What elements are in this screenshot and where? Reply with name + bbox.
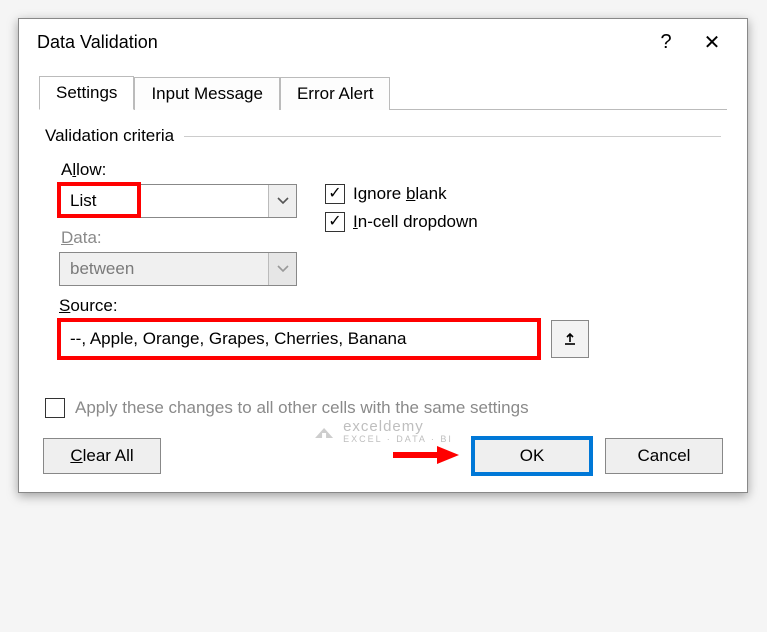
clear-all-button[interactable]: Clear All bbox=[43, 438, 161, 474]
dialog-body: Validation criteria Allow: List bbox=[19, 110, 747, 432]
close-button[interactable]: ✕ bbox=[689, 19, 735, 65]
allow-label: Allow: bbox=[61, 160, 297, 180]
data-validation-dialog: Data Validation ? ✕ Settings Input Messa… bbox=[18, 18, 748, 493]
source-input[interactable] bbox=[59, 320, 539, 358]
collapse-range-button[interactable] bbox=[551, 320, 589, 358]
dialog-footer: Clear All OK Cancel bbox=[19, 432, 747, 478]
group-divider bbox=[184, 136, 721, 137]
chevron-down-icon bbox=[268, 253, 296, 285]
in-cell-dropdown-checkbox[interactable]: ✓ In-cell dropdown bbox=[325, 212, 478, 232]
data-combobox: between bbox=[59, 252, 297, 286]
data-label: Data: bbox=[61, 228, 297, 248]
chevron-down-icon[interactable] bbox=[268, 185, 296, 217]
tab-input-message[interactable]: Input Message bbox=[134, 77, 280, 110]
options-column: ✓ Ignore blank ✓ In-cell dropdown bbox=[325, 184, 478, 240]
tab-settings[interactable]: Settings bbox=[39, 76, 134, 110]
validation-criteria-group: Validation criteria bbox=[45, 126, 721, 146]
cancel-button[interactable]: Cancel bbox=[605, 438, 723, 474]
ok-button[interactable]: OK bbox=[473, 438, 591, 474]
dialog-title: Data Validation bbox=[37, 32, 643, 53]
source-label: Source: bbox=[59, 296, 721, 316]
allow-value: List bbox=[60, 191, 268, 211]
arrow-icon bbox=[389, 444, 461, 466]
titlebar: Data Validation ? ✕ bbox=[19, 19, 747, 65]
apply-to-others-checkbox: ✓ Apply these changes to all other cells… bbox=[45, 398, 721, 418]
tab-strip: Settings Input Message Error Alert bbox=[39, 75, 727, 110]
apply-label: Apply these changes to all other cells w… bbox=[75, 398, 529, 418]
checkbox-icon: ✓ bbox=[325, 212, 345, 232]
tab-error-alert[interactable]: Error Alert bbox=[280, 77, 391, 110]
group-title: Validation criteria bbox=[45, 126, 174, 146]
ignore-blank-checkbox[interactable]: ✓ Ignore blank bbox=[325, 184, 478, 204]
allow-combobox[interactable]: List bbox=[59, 184, 297, 218]
checkbox-icon: ✓ bbox=[325, 184, 345, 204]
checkbox-icon: ✓ bbox=[45, 398, 65, 418]
range-select-icon bbox=[562, 331, 578, 347]
data-value: between bbox=[60, 259, 268, 279]
help-button[interactable]: ? bbox=[643, 19, 689, 65]
